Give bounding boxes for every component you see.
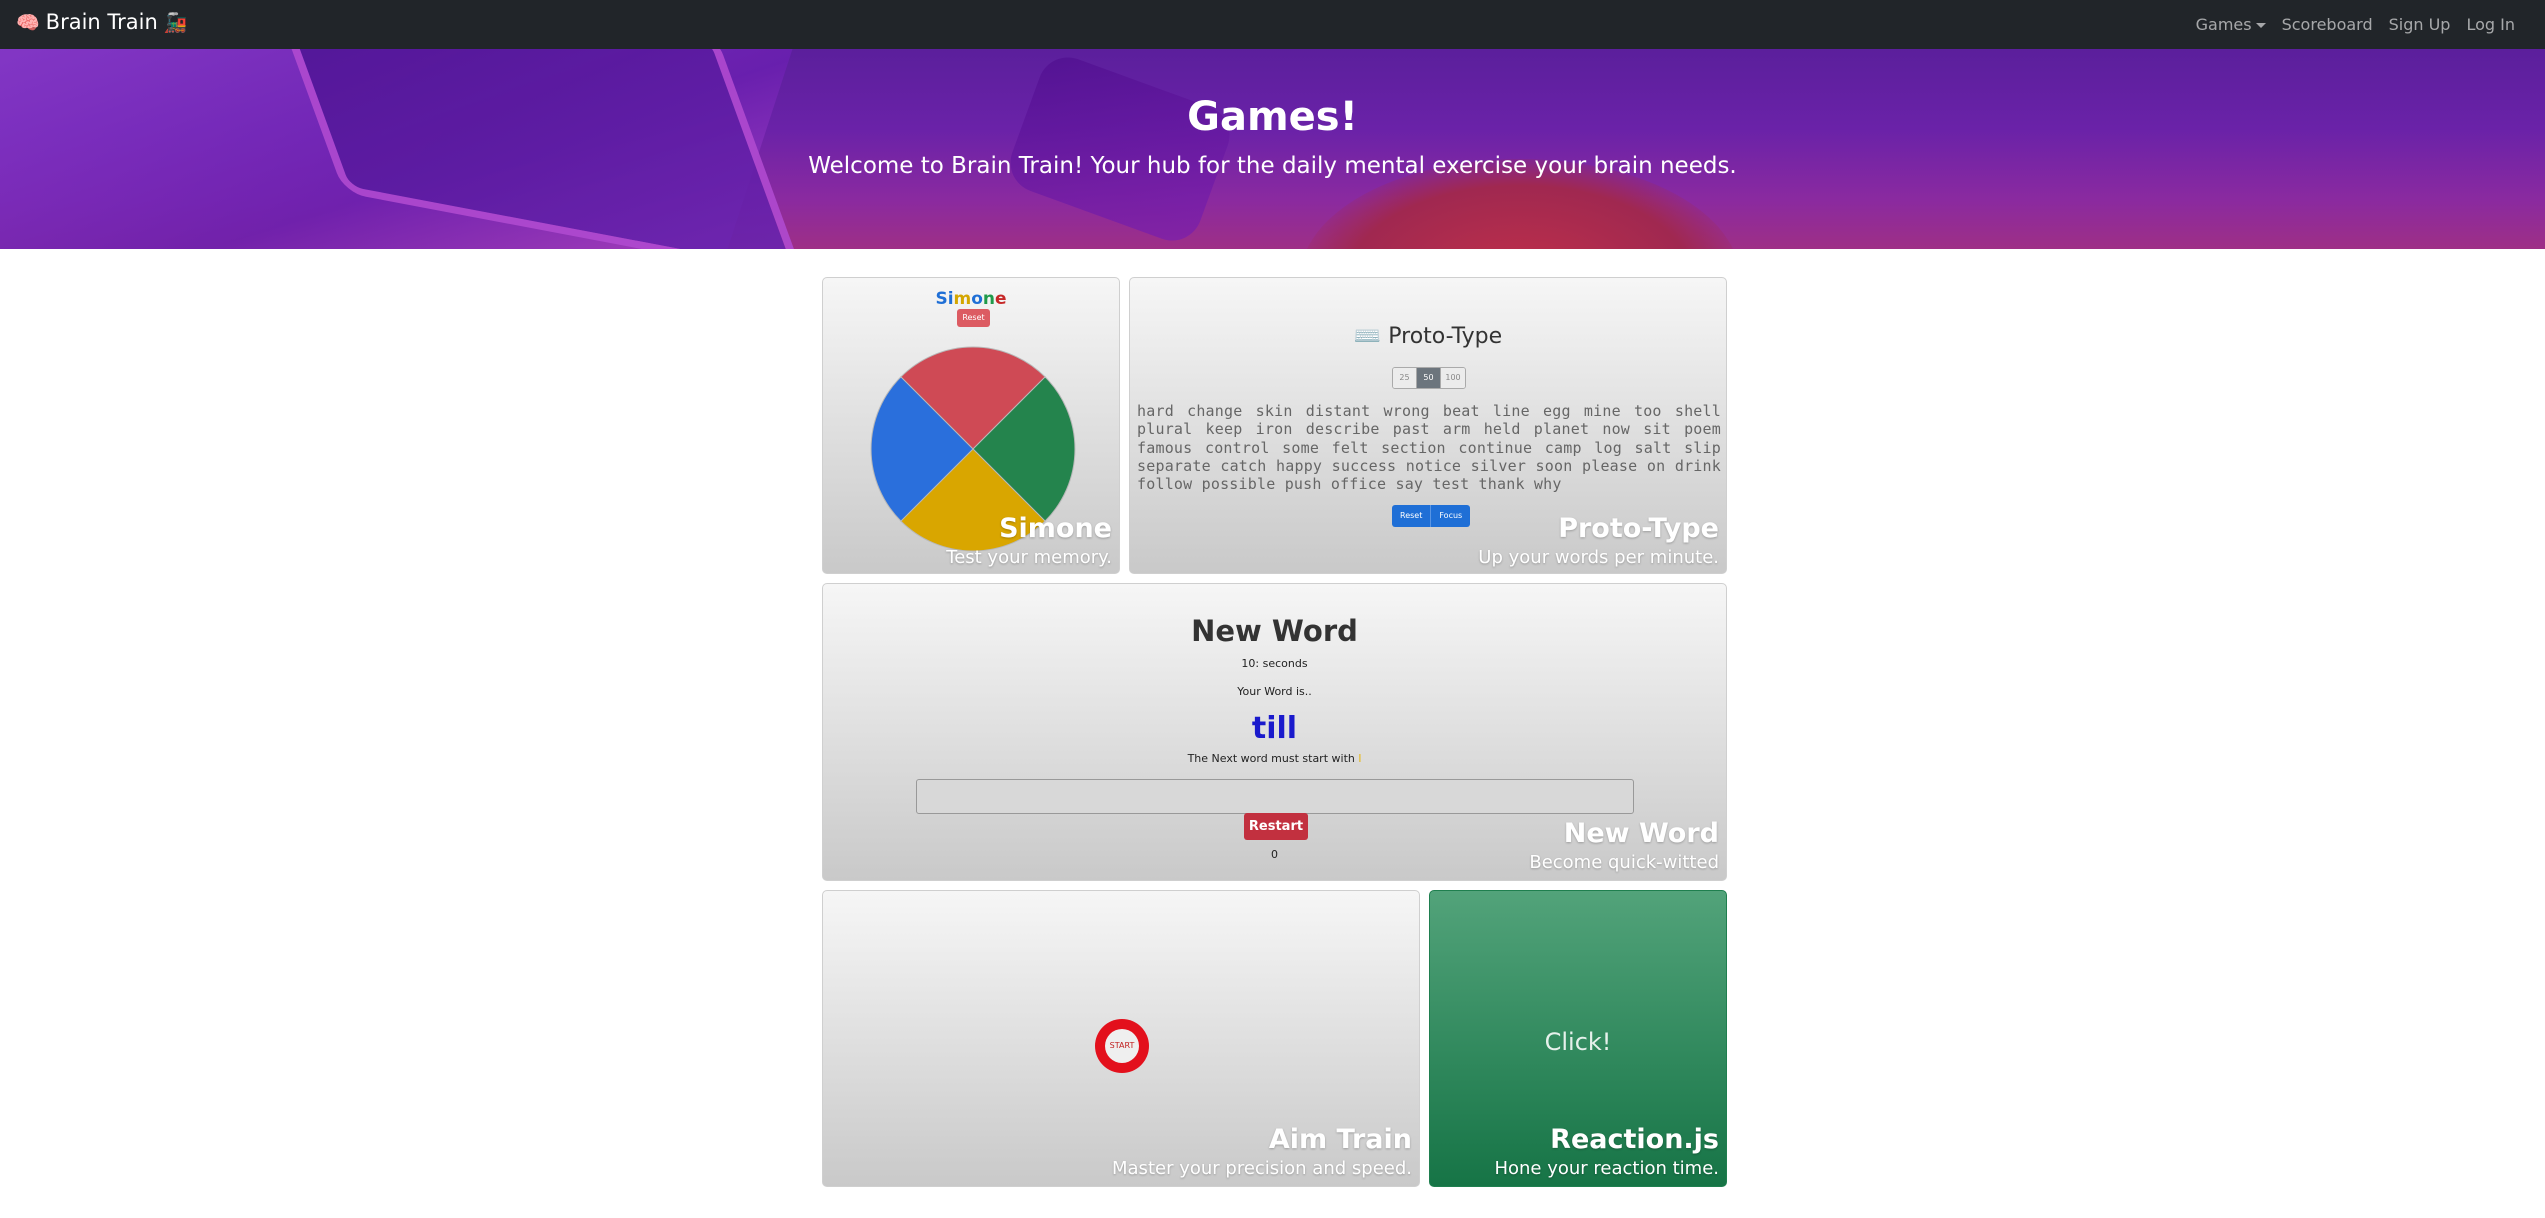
card-title: Proto-Type: [1558, 513, 1719, 544]
word-input[interactable]: [916, 779, 1634, 814]
page-title: Games!: [1187, 94, 1358, 140]
aim-start-label: START: [1105, 1029, 1139, 1063]
reaction-click-text: Click!: [1544, 1028, 1612, 1056]
card-simone[interactable]: Simone Reset Simone Test your memory.: [822, 277, 1120, 574]
new-word-timer: 10: seconds: [1241, 657, 1308, 670]
page-subtitle: Welcome to Brain Train! Your hub for the…: [808, 153, 1737, 179]
proto-buttons: Reset Focus: [1392, 505, 1471, 527]
next-letter: l: [1358, 752, 1362, 765]
word-count-option-selected[interactable]: 50: [1417, 368, 1441, 388]
card-title: New Word: [1563, 818, 1719, 849]
card-title: Simone: [999, 513, 1112, 544]
word-count-option[interactable]: 25: [1393, 368, 1417, 388]
proto-reset-button[interactable]: Reset: [1392, 505, 1432, 527]
word-count-selector: 25 50 100: [1392, 367, 1466, 389]
proto-heading-text: Proto-Type: [1388, 324, 1503, 349]
nav-links: Games Scoreboard Sign Up Log In: [2188, 0, 2523, 49]
next-word-hint: The Next word must start with l: [823, 752, 1726, 765]
navbar: 🧠 Brain Train 🚂 Games Scoreboard Sign Up…: [0, 0, 2545, 49]
typing-words[interactable]: hard change skin distant wrong beat line…: [1137, 402, 1721, 493]
next-word-hint-text: The Next word must start with: [1187, 752, 1355, 765]
proto-heading: ⌨️ Proto-Type: [1130, 324, 1726, 349]
hero-decoration: [1002, 49, 1238, 249]
card-text: Test your memory.: [946, 547, 1112, 568]
nav-games-dropdown[interactable]: Games: [2188, 15, 2274, 34]
card-proto-type[interactable]: ⌨️ Proto-Type 25 50 100 hard change skin…: [1129, 277, 1727, 574]
proto-focus-button[interactable]: Focus: [1431, 505, 1471, 527]
simone-heading-letter: n: [982, 289, 996, 309]
card-text: Master your precision and speed.: [1112, 1158, 1412, 1179]
new-word-heading: New Word: [1191, 614, 1358, 648]
nav-signup[interactable]: Sign Up: [2381, 15, 2459, 34]
brand-title: Brain Train: [45, 10, 158, 34]
nav-scoreboard[interactable]: Scoreboard: [2274, 15, 2381, 34]
keyboard-icon: ⌨️: [1353, 324, 1382, 349]
card-text: Up your words per minute.: [1478, 547, 1719, 568]
restart-button[interactable]: Restart: [1244, 813, 1308, 840]
card-text: Become quick-witted: [1529, 852, 1719, 873]
current-word: till: [1251, 711, 1298, 746]
simone-heading: Simone: [823, 289, 1119, 309]
simone-heading-letter: S: [935, 289, 948, 309]
new-word-label: Your Word is..: [1237, 685, 1312, 698]
hero-banner: Games! Welcome to Brain Train! Your hub …: [0, 49, 2545, 249]
aim-start-target[interactable]: START: [1095, 1019, 1149, 1073]
nav-games-label: Games: [2195, 15, 2252, 34]
brain-icon: 🧠: [16, 11, 40, 34]
train-icon: 🚂: [163, 11, 188, 34]
caret-down-icon: [2255, 23, 2266, 28]
card-title: Aim Train: [1268, 1124, 1412, 1155]
simone-heading-letter: e: [995, 289, 1007, 309]
card-reaction[interactable]: Click! Reaction.js Hone your reaction ti…: [1429, 890, 1727, 1187]
card-new-word[interactable]: New Word 10: seconds Your Word is.. till…: [822, 583, 1727, 881]
simone-heading-letter: m: [953, 289, 972, 309]
card-title: Reaction.js: [1550, 1124, 1719, 1155]
word-count-option[interactable]: 100: [1441, 368, 1465, 388]
nav-login[interactable]: Log In: [2458, 15, 2523, 34]
card-text: Hone your reaction time.: [1494, 1158, 1719, 1179]
brand-link[interactable]: 🧠 Brain Train 🚂: [16, 10, 187, 34]
simone-heading-letter: o: [971, 289, 983, 309]
simone-reset-button[interactable]: Reset: [957, 309, 990, 327]
card-aim-train[interactable]: START Aim Train Master your precision an…: [822, 890, 1420, 1187]
